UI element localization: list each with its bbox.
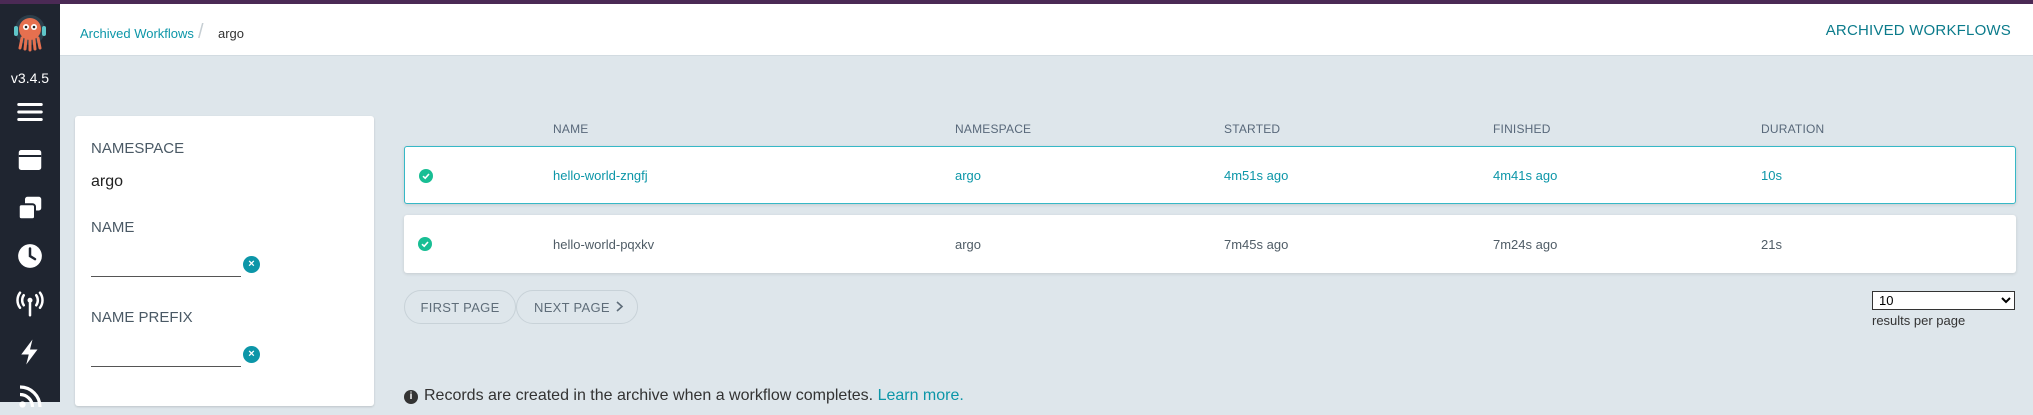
name-prefix-input[interactable]: [91, 344, 241, 367]
name-label: NAME: [91, 219, 135, 236]
archive-info-text: Records are created in the archive when …: [424, 387, 874, 404]
namespace-label: NAMESPACE: [91, 140, 185, 157]
first-page-button[interactable]: FIRST PAGE: [404, 290, 516, 324]
breadcrumb-archived-workflows[interactable]: Archived Workflows: [80, 26, 194, 41]
succeeded-check-icon: [419, 169, 433, 183]
name-prefix-clear-icon[interactable]: ×: [243, 346, 260, 363]
learn-more-link[interactable]: Learn more.: [878, 387, 964, 404]
top-bar: Archived Workflows / argo ARCHIVED WORKF…: [60, 4, 2033, 56]
row-finished: 4m41s ago: [1493, 167, 1558, 183]
row-duration: 21s: [1761, 236, 1782, 252]
row-namespace: argo: [955, 236, 982, 252]
archive-info: i Records are created in the archive when…: [404, 387, 964, 405]
column-header-finished: FINISHED: [1493, 122, 1551, 136]
feed-icon[interactable]: [12, 379, 48, 415]
breadcrumb-separator: /: [198, 21, 204, 43]
cron-workflows-icon[interactable]: [12, 238, 48, 274]
row-namespace: argo: [955, 167, 982, 183]
next-page-label: NEXT PAGE: [534, 299, 610, 315]
results-per-page-label: results per page: [1872, 313, 1966, 328]
row-name[interactable]: hello-world-pqxkv: [553, 215, 654, 273]
argo-logo[interactable]: [10, 12, 50, 52]
name-input[interactable]: [91, 254, 241, 277]
event-sources-icon[interactable]: [12, 286, 48, 322]
namespace-value[interactable]: argo: [91, 173, 123, 191]
column-header-duration: DURATION: [1761, 122, 1825, 136]
page-title: ARCHIVED WORKFLOWS: [1825, 22, 2011, 39]
version-label: v3.4.5: [10, 70, 50, 86]
table-row[interactable]: hello-world-zngfj argo 4m51s ago 4m41s a…: [404, 146, 2016, 204]
succeeded-check-icon: [418, 237, 432, 251]
row-started: 7m45s ago: [1224, 236, 1289, 252]
row-finished: 7m24s ago: [1493, 236, 1558, 252]
breadcrumb-current: argo: [218, 26, 245, 41]
workflow-templates-icon[interactable]: [12, 190, 48, 226]
name-clear-icon[interactable]: ×: [243, 256, 260, 273]
row-name[interactable]: hello-world-zngfj: [553, 147, 648, 203]
filter-panel: NAMESPACE argo NAME × NAME PREFIX ×: [75, 116, 374, 406]
name-prefix-label: NAME PREFIX: [91, 309, 193, 326]
sidebar-nav: v3.4.5: [0, 4, 60, 408]
results-per-page-select[interactable]: 10: [1872, 291, 2015, 310]
column-header-name: NAME: [553, 122, 589, 136]
next-page-button[interactable]: NEXT PAGE: [516, 290, 638, 324]
table-row[interactable]: hello-world-pqxkv argo 7m45s ago 7m24s a…: [404, 215, 2016, 273]
row-started: 4m51s ago: [1224, 167, 1289, 183]
hamburger-icon[interactable]: [12, 94, 48, 130]
chevron-right-icon: [615, 300, 624, 315]
row-duration: 10s: [1761, 167, 1782, 183]
sensors-icon[interactable]: [12, 334, 48, 370]
column-header-started: STARTED: [1224, 122, 1281, 136]
workflows-icon[interactable]: [12, 142, 48, 178]
column-header-namespace: NAMESPACE: [955, 122, 1032, 136]
